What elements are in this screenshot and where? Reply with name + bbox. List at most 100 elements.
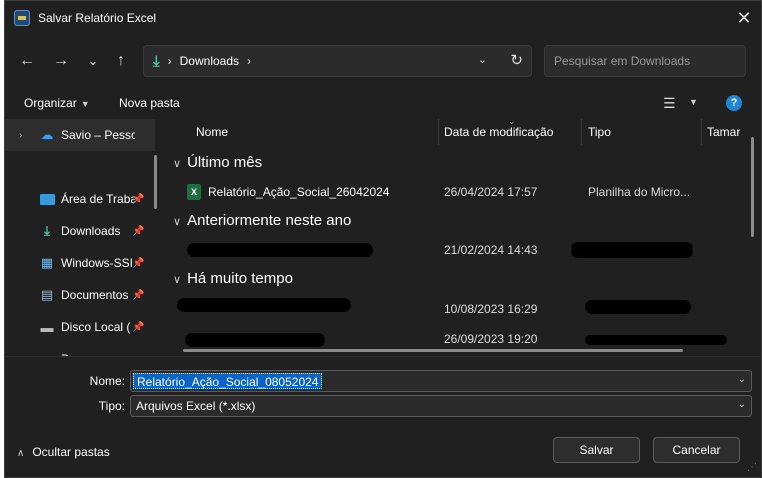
column-header-size[interactable]: Tamar [707, 119, 740, 145]
organize-button[interactable]: Organizar ▼ [24, 96, 90, 110]
column-divider[interactable] [701, 119, 702, 145]
breadcrumb-separator[interactable]: › [247, 54, 251, 68]
vertical-scrollbar[interactable] [751, 137, 754, 237]
column-divider[interactable] [438, 119, 439, 145]
table-row[interactable]: 21/02/2024 14:43 [165, 236, 745, 264]
address-bar[interactable]: ⤓ › Downloads › ⌄ ↻ [143, 45, 532, 77]
column-divider[interactable] [581, 119, 582, 145]
file-type-value: Arquivos Excel (*.xlsx) [136, 399, 256, 413]
new-folder-button[interactable]: Nova pasta [119, 96, 180, 110]
sidebar-scrollbar[interactable] [154, 155, 157, 209]
file-date: 21/02/2024 14:43 [444, 243, 538, 257]
chevron-down-icon: ∨ [173, 158, 182, 170]
table-row[interactable]: 10/08/2023 16:29 [165, 295, 745, 323]
group-header-long-ago[interactable]: ∨ Há muito tempo [173, 270, 293, 287]
file-date: 10/08/2023 16:29 [444, 302, 538, 316]
table-row[interactable]: X Relatório_Ação_Social_26042024 26/04/2… [165, 178, 745, 206]
desktop-icon [39, 191, 55, 207]
sidebar-item-folder[interactable]: ■ D [5, 343, 155, 357]
refresh-icon[interactable]: ↻ [510, 51, 523, 69]
save-dialog: Salvar Relatório Excel ✕ ← → ⌄ ↑ ⤓ › Dow… [4, 0, 762, 478]
chevron-right-icon[interactable]: › [19, 130, 22, 141]
redacted-name [177, 298, 351, 312]
sidebar-item-label: Savio – Pessoal [61, 128, 135, 142]
file-list: Nome ⌄ Data de modificação Tipo Tamar ∨ Ú… [165, 119, 761, 356]
file-name-input[interactable]: Relatório_Ação_Social_08052024 ⌄ [130, 370, 752, 392]
chevron-down-icon[interactable]: ⌄ [738, 399, 746, 410]
breadcrumb-separator[interactable]: › [168, 54, 172, 68]
redacted-name [187, 243, 373, 257]
sidebar-item-label: Windows-SSI [61, 256, 134, 270]
excel-file-icon: X [187, 184, 201, 200]
column-header-type[interactable]: Tipo [588, 119, 611, 145]
sidebar-item-desktop[interactable]: Área de Traba 📌 [5, 183, 155, 215]
breadcrumb-downloads[interactable]: Downloads [180, 54, 239, 68]
resize-grip-icon[interactable]: ⋰ [747, 462, 757, 473]
redacted-type [571, 242, 693, 258]
view-options-icon[interactable]: ☰ [663, 95, 676, 112]
chevron-down-icon[interactable]: ⌄ [738, 374, 746, 385]
download-icon: ⤓ [44, 223, 50, 238]
forward-arrow-icon[interactable]: → [49, 49, 73, 73]
cancel-button[interactable]: Cancelar [653, 437, 740, 463]
group-header-earlier-this-year[interactable]: ∨ Anteriormente neste ano [173, 212, 351, 229]
chevron-down-icon: ∨ [173, 274, 182, 286]
pin-icon: 📌 [132, 257, 145, 269]
chevron-up-icon: ∧ [17, 448, 25, 459]
column-header-name[interactable]: Nome [196, 119, 228, 145]
app-icon [14, 10, 30, 26]
up-arrow-icon[interactable]: ↑ [109, 49, 133, 73]
hide-folders-button[interactable]: ∧ Ocultar pastas [17, 445, 110, 459]
sidebar-item-local-disk[interactable]: ▬ Disco Local ( 📌 [5, 311, 155, 343]
pin-icon: 📌 [132, 225, 145, 237]
document-icon: ▤ [40, 287, 54, 302]
file-type-select[interactable]: Arquivos Excel (*.xlsx) ⌄ [130, 395, 752, 417]
chevron-down-icon: ∨ [173, 216, 182, 228]
pin-icon: 📌 [132, 193, 145, 205]
file-name-label: Nome: [89, 374, 125, 388]
file-date: 26/09/2023 19:20 [444, 332, 538, 346]
back-arrow-icon[interactable]: ← [15, 49, 39, 73]
network-icon: ▦ [40, 255, 54, 270]
dialog-title: Salvar Relatório Excel [38, 11, 157, 25]
chevron-down-icon: ▼ [80, 99, 90, 109]
navigation-bar: ← → ⌄ ↑ ⤓ › Downloads › ⌄ ↻ Pesquisar em… [5, 41, 761, 81]
file-name-value[interactable]: Relatório_Ação_Social_08052024 [133, 373, 323, 389]
search-input[interactable]: Pesquisar em Downloads [544, 45, 746, 77]
command-bar: Organizar ▼ Nova pasta ☰ ▼ ? [5, 89, 761, 119]
sidebar-item-label: Disco Local ( [61, 320, 131, 334]
organize-label: Organizar [24, 96, 77, 110]
group-label: Anteriormente neste ano [187, 212, 352, 229]
pin-icon: 📌 [132, 289, 145, 301]
redacted-type [585, 300, 691, 314]
file-type-label: Tipo: [98, 399, 125, 413]
sidebar-item-onedrive[interactable]: › ☁ Savio – Pessoal [5, 119, 155, 151]
file-name: Relatório_Ação_Social_26042024 [208, 185, 390, 199]
redacted-name [185, 333, 325, 347]
help-icon[interactable]: ? [726, 95, 742, 111]
address-dropdown-icon[interactable]: ⌄ [478, 53, 487, 66]
sidebar-item-network[interactable]: ▦ Windows-SSI 📌 [5, 247, 155, 279]
save-button[interactable]: Salvar [553, 437, 640, 463]
file-date: 26/04/2024 17:57 [444, 185, 538, 199]
group-label: Último mês [187, 154, 263, 171]
close-button[interactable]: ✕ [727, 1, 761, 35]
group-label: Há muito tempo [187, 270, 293, 287]
sidebar-item-downloads[interactable]: ⤓ Downloads 📌 [5, 215, 155, 247]
column-header-date[interactable]: Data de modificação [444, 119, 553, 145]
pin-icon: 📌 [132, 321, 145, 333]
sidebar-item-label: Downloads [61, 224, 121, 238]
horizontal-scrollbar[interactable] [183, 349, 683, 352]
cloud-icon: ☁ [40, 127, 54, 142]
redacted-type [585, 335, 727, 345]
recent-locations-chevron-icon[interactable]: ⌄ [81, 49, 105, 73]
hide-folders-label: Ocultar pastas [32, 445, 110, 459]
download-icon: ⤓ [153, 52, 160, 70]
group-header-last-month[interactable]: ∨ Último mês [173, 154, 262, 171]
sidebar-item-documents[interactable]: ▤ Documentos 📌 [5, 279, 155, 311]
title-bar: Salvar Relatório Excel ✕ [5, 1, 761, 35]
file-type: Planilha do Micro... [588, 185, 691, 199]
sidebar-item-label: Documentos [61, 288, 129, 302]
chevron-down-icon[interactable]: ▼ [689, 97, 698, 107]
drive-icon: ▬ [40, 319, 54, 335]
